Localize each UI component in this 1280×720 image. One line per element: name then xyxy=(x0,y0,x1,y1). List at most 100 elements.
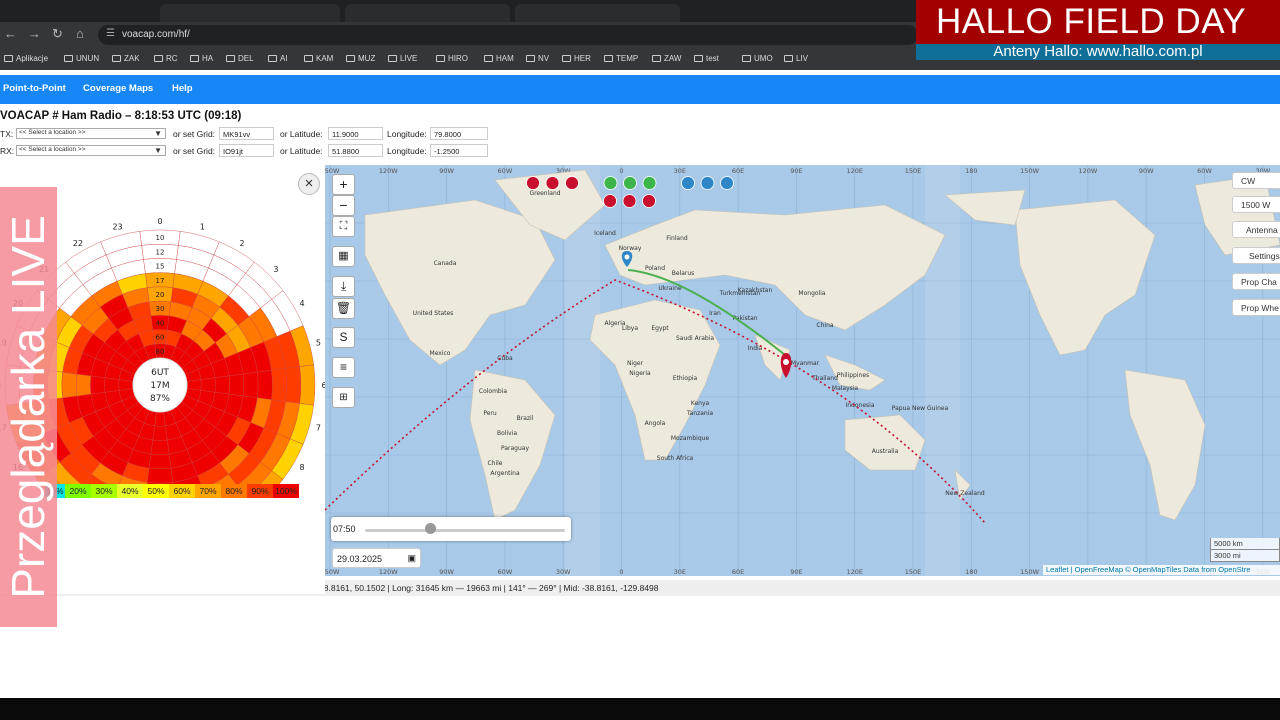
bookmark-item[interactable]: AI xyxy=(268,54,288,63)
power-select[interactable]: 1500 W xyxy=(1232,196,1280,213)
bookmark-item[interactable]: KAM xyxy=(304,54,333,63)
bookmark-item[interactable]: TEMP xyxy=(604,54,638,63)
band-status-dot[interactable] xyxy=(623,176,637,190)
bottom-bar xyxy=(0,698,1280,720)
bookmark-item[interactable]: LIVE xyxy=(388,54,417,63)
band-status-dot[interactable] xyxy=(720,176,734,190)
bookmark-item[interactable]: NV xyxy=(526,54,549,63)
time-slider-box: 07:50 xyxy=(331,517,571,541)
longitude-tick-label: 60W xyxy=(1197,167,1212,175)
legend-swatch: 80% xyxy=(221,484,247,498)
wheel-center-label: 17M xyxy=(150,381,169,391)
legend-swatch: 100% xyxy=(273,484,299,498)
rx-lon-input[interactable]: -1.2500 xyxy=(430,144,488,157)
site-info-icon[interactable]: ☰ xyxy=(106,28,115,39)
attribution-text[interactable]: Leaflet | OpenFreeMap © OpenMapTiles Dat… xyxy=(1046,565,1250,574)
bookmark-item[interactable]: HAM xyxy=(484,54,514,63)
trash-icon[interactable]: 🗑 xyxy=(332,298,355,319)
band-status-dot[interactable] xyxy=(545,176,560,190)
wheel-cell xyxy=(146,467,174,484)
address-bar[interactable]: ☰ voacap.com/hf/ xyxy=(98,25,918,45)
s-toggle-button[interactable]: S xyxy=(332,327,355,348)
prop-chart-button[interactable]: Prop Cha xyxy=(1232,273,1280,290)
download-icon[interactable]: ⤓ xyxy=(332,276,355,297)
band-label: 60 xyxy=(156,334,165,342)
bookmark-item[interactable]: MUZ xyxy=(346,54,375,63)
home-icon[interactable]: ⌂ xyxy=(76,26,84,41)
bookmark-item[interactable]: test xyxy=(694,54,719,63)
map-canvas[interactable]: 150W150W120W120W90W90W60W60W30W30W0030E3… xyxy=(325,165,1280,576)
rx-grid-label: or set Grid: xyxy=(173,146,216,156)
band-status-dot[interactable] xyxy=(603,176,618,190)
map-view-icon[interactable]: ▦ xyxy=(332,246,355,267)
time-slider-track[interactable] xyxy=(365,529,565,532)
longitude-tick-label: 60W xyxy=(498,568,513,576)
longitude-tick-label: 0 xyxy=(619,568,623,576)
nav-help[interactable]: Help xyxy=(172,83,193,94)
bookmark-item[interactable]: ZAK xyxy=(112,54,140,63)
wheel-center-label: 87% xyxy=(150,394,170,404)
settings-button[interactable]: Settings xyxy=(1232,247,1280,264)
rx-grid-input[interactable]: IO91jt xyxy=(219,144,274,157)
grid-icon[interactable]: ⊞ xyxy=(332,387,355,408)
bookmark-item[interactable]: UMO xyxy=(742,54,773,63)
band-status-dot[interactable] xyxy=(622,194,637,208)
rx-location-select[interactable]: << Select a location >> ▼ xyxy=(16,145,166,156)
close-icon[interactable]: × xyxy=(298,173,320,195)
time-slider-handle[interactable] xyxy=(425,523,436,534)
band-status-dot[interactable] xyxy=(681,176,695,190)
band-status-dot[interactable] xyxy=(603,194,617,208)
folder-icon xyxy=(436,55,445,62)
tx-lon-input[interactable]: 79.8000 xyxy=(430,127,488,140)
fit-bounds-icon[interactable]: ⛶ xyxy=(332,216,355,237)
bookmark-item[interactable]: UNUN xyxy=(64,54,99,63)
bookmark-item[interactable]: LIV xyxy=(784,54,808,63)
zoom-out-button[interactable]: − xyxy=(332,195,355,216)
folder-icon xyxy=(226,55,235,62)
bookmark-item[interactable]: HA xyxy=(190,54,213,63)
rx-lat-input[interactable]: 51.8800 xyxy=(328,144,383,157)
chevron-down-icon: ▼ xyxy=(154,146,162,155)
longitude-tick-label: 60E xyxy=(732,167,744,175)
map-place-label: Mexico xyxy=(430,350,451,357)
back-icon[interactable]: ← xyxy=(4,26,17,41)
reload-icon[interactable]: ↻ xyxy=(52,26,63,42)
antenna-button[interactable]: Antenna xyxy=(1232,221,1280,238)
world-map[interactable]: 150W150W120W120W90W90W60W60W30W30W0030E3… xyxy=(325,165,1280,576)
zoom-in-button[interactable]: + xyxy=(332,174,355,195)
tx-grid-input[interactable]: MK91vv xyxy=(219,127,274,140)
nav-coverage-maps[interactable]: Coverage Maps xyxy=(83,83,153,94)
band-status-dot[interactable] xyxy=(642,194,656,208)
layers-icon[interactable]: ≡ xyxy=(332,357,355,378)
prop-wheel-button[interactable]: Prop Whe xyxy=(1232,299,1280,316)
band-status-dot[interactable] xyxy=(565,176,579,190)
bookmark-item[interactable]: HER xyxy=(562,54,591,63)
url-text: voacap.com/hf/ xyxy=(122,29,190,40)
bookmark-item[interactable]: HIRO xyxy=(436,54,468,63)
map-attribution[interactable]: Leaflet | OpenFreeMap © OpenMapTiles Dat… xyxy=(1043,565,1280,575)
map-place-label: Tanzania xyxy=(686,410,713,417)
longitude-tick-label: 90E xyxy=(790,568,802,576)
tx-location-select[interactable]: << Select a location >> ▼ xyxy=(16,128,166,139)
tx-label: TX: xyxy=(0,129,14,139)
bookmark-item[interactable]: RC xyxy=(154,54,178,63)
calendar-icon[interactable]: ▣ xyxy=(407,553,416,564)
reliability-legend: 10%20%30%40%50%60%70%80%90%100% xyxy=(45,484,299,498)
bookmark-item[interactable]: Aplikacje xyxy=(4,54,48,63)
tx-lat-input[interactable]: 11.9000 xyxy=(328,127,383,140)
band-status-dot[interactable] xyxy=(526,176,540,190)
band-status-dot[interactable] xyxy=(700,176,715,190)
bookmark-item[interactable]: DEL xyxy=(226,54,254,63)
nav-point-to-point[interactable]: Point-to-Point xyxy=(3,83,66,94)
browser-tab[interactable] xyxy=(515,4,680,22)
bookmark-label: KAM xyxy=(316,54,334,63)
browser-tab[interactable] xyxy=(160,4,340,22)
folder-icon xyxy=(526,55,535,62)
wheel-cell xyxy=(257,370,273,400)
browser-tab[interactable] xyxy=(345,4,510,22)
date-input[interactable]: 29.03.2025 ▣ xyxy=(332,548,421,568)
mode-select[interactable]: CW xyxy=(1232,172,1280,189)
band-status-dot[interactable] xyxy=(642,176,657,190)
bookmark-item[interactable]: ZAW xyxy=(652,54,681,63)
forward-icon[interactable]: → xyxy=(28,26,41,41)
